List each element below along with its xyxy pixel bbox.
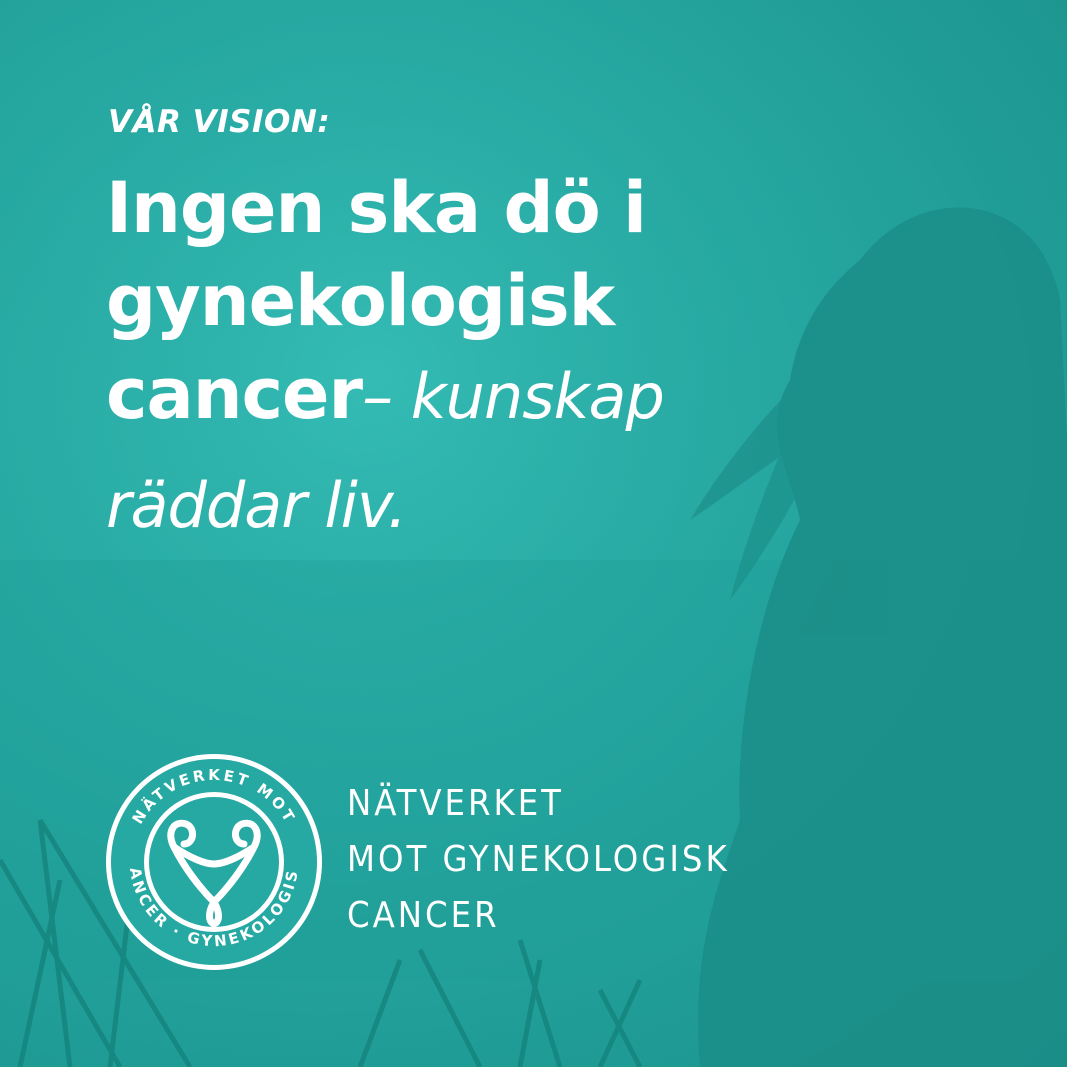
vision-headline: Ingen ska dö i gynekologisk cancer– kuns… — [106, 162, 766, 552]
organization-name-line-3: CANCER — [347, 895, 500, 936]
headline-line-3-italic: – kunskap — [362, 360, 665, 433]
headline-line-1: Ingen ska dö i — [106, 167, 647, 249]
vision-poster: VÅR VISION: Ingen ska dö i gynekologisk … — [0, 0, 1067, 1067]
headline-line-4: räddar liv. — [106, 469, 407, 542]
headline-line-3: cancer– kunskap — [106, 348, 766, 459]
organization-name-line-1: NÄTVERKET — [347, 783, 564, 824]
organization-name-line-2: MOT GYNEKOLOGISK — [347, 839, 730, 880]
organization-logo: NÄTVERKET MOT CANCER · GYNEKOLOGISK — [104, 752, 322, 970]
organization-name: NÄTVERKET MOT GYNEKOLOGISK CANCER — [347, 776, 730, 944]
headline-line-2: gynekologisk — [106, 260, 615, 342]
headline-line-3-bold: cancer — [106, 353, 363, 435]
vision-kicker: VÅR VISION: — [108, 104, 331, 140]
